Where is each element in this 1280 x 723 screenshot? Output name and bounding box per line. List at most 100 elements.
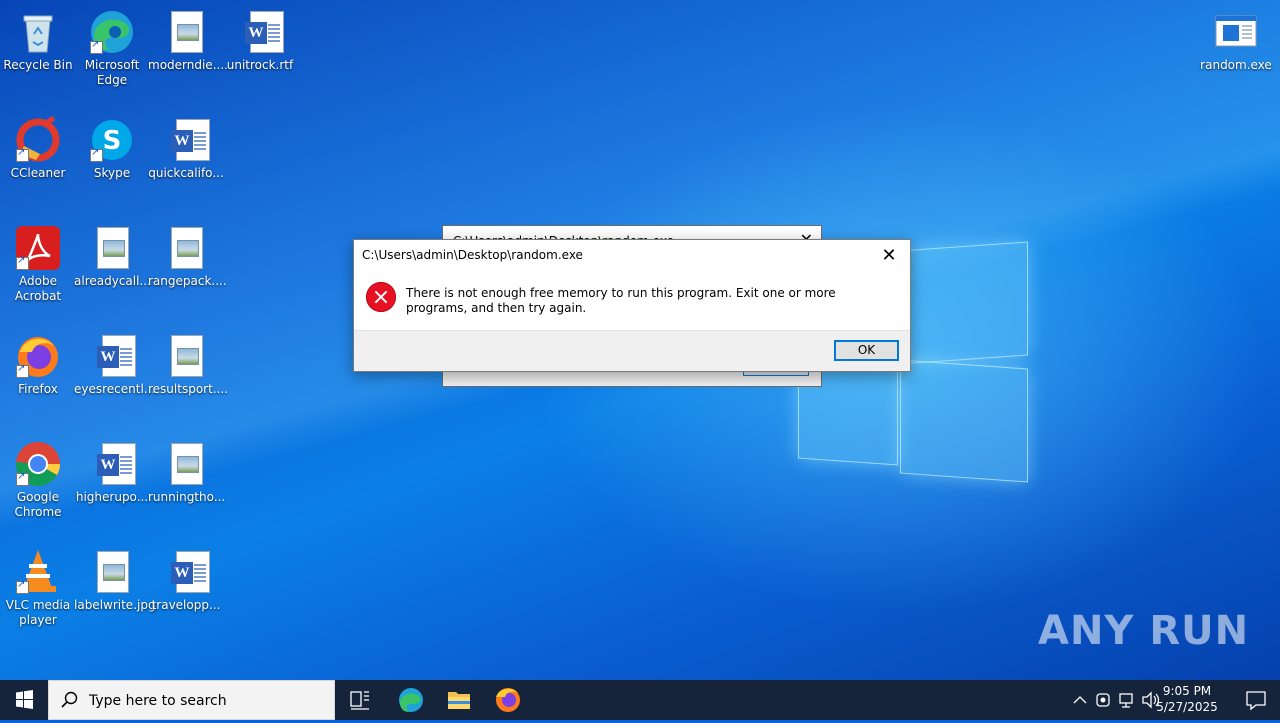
- shortcut-arrow-icon: [90, 147, 103, 162]
- desktop-icon-rangepack[interactable]: rangepack....: [148, 224, 227, 289]
- desktop-icon-label: quickcalifo...: [148, 166, 224, 180]
- word-doc-icon: W: [162, 116, 210, 164]
- desktop-icon-label: moderndie....: [148, 58, 228, 72]
- desktop-icon-adobe-acrobat[interactable]: Adobe Acrobat: [0, 224, 76, 304]
- word-doc-icon: W: [236, 8, 284, 56]
- desktop-icon-label: resultsport....: [148, 382, 229, 396]
- tray-network[interactable]: [1114, 680, 1138, 720]
- taskbar-search-box[interactable]: Type here to search: [48, 680, 335, 720]
- show-hidden-icons-button[interactable]: [1068, 680, 1092, 720]
- desktop-icon-higherupo[interactable]: W higherupo...: [74, 440, 150, 505]
- desktop-icon-random-exe[interactable]: random.exe: [1198, 8, 1274, 73]
- desktop-icon-unitrock[interactable]: W unitrock.rtf: [222, 8, 298, 73]
- anyrun-watermark: ANY RUN: [1038, 608, 1250, 654]
- file-explorer-icon: [448, 692, 470, 709]
- edge-icon: [88, 8, 136, 56]
- desktop-icon-label: Skype: [93, 166, 131, 180]
- desktop-icon-label: unitrock.rtf: [226, 58, 294, 72]
- recycle-bin-icon: [14, 8, 62, 56]
- ok-button[interactable]: OK: [834, 340, 899, 361]
- word-doc-icon: W: [88, 332, 136, 380]
- svg-text:S: S: [103, 126, 122, 156]
- meet-now-icon: [1096, 693, 1110, 707]
- desktop-icon-label: random.exe: [1200, 58, 1272, 72]
- firefox-icon: [14, 332, 62, 380]
- desktop-icon-label: Recycle Bin: [3, 58, 73, 72]
- dialog-footer: OK: [354, 330, 910, 371]
- desktop-icon-label: VLC media player: [5, 598, 71, 627]
- action-center-button[interactable]: [1244, 688, 1268, 712]
- desktop-icon-travelopp[interactable]: W travelopp...: [148, 548, 224, 613]
- desktop-icon-eyesrecentl[interactable]: W eyesrecentl...: [74, 332, 156, 397]
- image-file-icon: [162, 224, 210, 272]
- shortcut-arrow-icon: [16, 579, 29, 594]
- dialog-message: There is not enough free memory to run t…: [406, 286, 836, 315]
- image-file-icon: [88, 548, 136, 596]
- start-button[interactable]: [0, 680, 48, 720]
- desktop-icon-google-chrome[interactable]: Google Chrome: [0, 440, 76, 520]
- desktop-icon-label: CCleaner: [10, 166, 66, 180]
- desktop-icon-resultsport[interactable]: resultsport....: [148, 332, 229, 397]
- desktop-icon-moderndie[interactable]: moderndie....: [148, 8, 228, 73]
- word-doc-icon: W: [162, 548, 210, 596]
- desktop: Recycle Bin CCleaner Adobe Acrobat Firef…: [0, 0, 1280, 680]
- windows-start-icon: [16, 690, 33, 709]
- image-file-icon: [162, 8, 210, 56]
- skype-icon: S: [88, 116, 136, 164]
- desktop-icon-vlc[interactable]: VLC media player: [0, 548, 76, 628]
- desktop-icon-label: travelopp...: [151, 598, 221, 612]
- firefox-icon: [496, 688, 520, 712]
- taskbar-file-explorer[interactable]: [435, 680, 483, 720]
- taskbar-clock[interactable]: 9:05 PM 5/27/2025: [1152, 683, 1222, 715]
- desktop-icon-alreadycall[interactable]: alreadycall...: [74, 224, 151, 289]
- clock-date: 5/27/2025: [1156, 700, 1218, 714]
- shortcut-arrow-icon: [16, 471, 29, 486]
- clock-time: 9:05 PM: [1162, 684, 1212, 698]
- task-view-button[interactable]: [336, 680, 384, 720]
- desktop-icon-label: higherupo...: [75, 490, 149, 504]
- desktop-icon-ccleaner[interactable]: CCleaner: [0, 115, 76, 181]
- desktop-icon-recycle-bin[interactable]: Recycle Bin: [0, 8, 76, 73]
- desktop-icon-firefox[interactable]: Firefox: [0, 332, 76, 397]
- search-placeholder: Type here to search: [89, 693, 227, 709]
- chevron-up-icon: [1073, 696, 1087, 704]
- desktop-icon-runningtho[interactable]: runningtho...: [148, 440, 226, 505]
- task-view-icon: [350, 691, 369, 710]
- image-file-icon: [162, 440, 210, 488]
- desktop-icon-skype[interactable]: S Skype: [74, 116, 150, 181]
- desktop-icon-label: runningtho...: [148, 490, 226, 504]
- desktop-icon-label: Adobe Acrobat: [14, 274, 62, 303]
- exe-icon: [1212, 8, 1260, 56]
- shortcut-arrow-icon: [16, 255, 29, 270]
- error-dialog: C:\Users\admin\Desktop\random.exe ✕ Ther…: [353, 239, 911, 372]
- desktop-icon-label: Microsoft Edge: [84, 58, 140, 87]
- desktop-icon-label: rangepack....: [148, 274, 227, 288]
- taskbar: Type here to search 9:05 PM 5/27/2025: [0, 680, 1280, 720]
- network-icon: [1119, 693, 1133, 708]
- tray-meet-now[interactable]: [1092, 680, 1114, 720]
- error-icon: [366, 282, 396, 312]
- close-icon[interactable]: ✕: [874, 242, 904, 270]
- shortcut-arrow-icon: [90, 39, 103, 54]
- word-doc-icon: W: [88, 440, 136, 488]
- image-file-icon: [162, 332, 210, 380]
- chrome-icon: [14, 440, 62, 488]
- desktop-icon-label: eyesrecentl...: [74, 382, 156, 396]
- desktop-icon-quickcalifo[interactable]: W quickcalifo...: [148, 116, 224, 181]
- desktop-icon-label: Google Chrome: [14, 490, 62, 519]
- shortcut-arrow-icon: [16, 147, 29, 162]
- desktop-icon-microsoft-edge[interactable]: Microsoft Edge: [74, 8, 150, 88]
- desktop-icon-label: Firefox: [18, 382, 58, 396]
- taskbar-firefox[interactable]: [484, 680, 532, 720]
- edge-icon: [399, 688, 423, 712]
- desktop-icon-label: alreadycall...: [74, 274, 151, 288]
- desktop-icon-labelwrite[interactable]: labelwrite.jpg: [74, 548, 156, 613]
- image-file-icon: [88, 224, 136, 272]
- notification-icon: [1246, 691, 1266, 711]
- search-icon: [61, 691, 79, 713]
- vlc-icon: [14, 548, 62, 596]
- dialog-title: C:\Users\admin\Desktop\random.exe: [362, 248, 583, 262]
- ccleaner-icon: [14, 115, 62, 164]
- taskbar-edge[interactable]: [387, 680, 435, 720]
- acrobat-icon: [14, 224, 62, 272]
